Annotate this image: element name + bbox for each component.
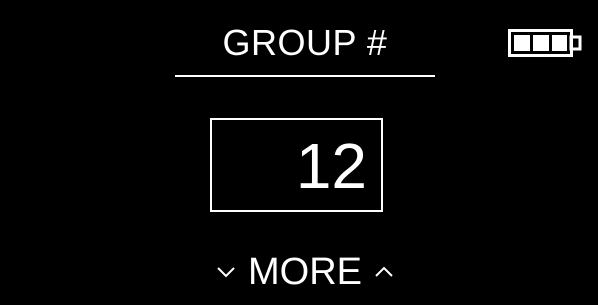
screen-title: GROUP # [222, 22, 388, 63]
group-number-value: 12 [295, 130, 367, 202]
device-screen: GROUP # 12 MORE [0, 0, 598, 305]
more-button[interactable]: MORE [190, 248, 420, 296]
chevron-down-icon[interactable] [216, 266, 236, 278]
chevron-up-icon[interactable] [374, 266, 394, 278]
more-label: MORE [248, 251, 362, 293]
battery-cell-1 [514, 35, 530, 51]
group-number-field[interactable]: 12 [210, 118, 383, 212]
title-divider [175, 75, 435, 77]
battery-cell-3 [552, 35, 567, 51]
battery-full-icon [508, 29, 582, 57]
battery-cell-2 [533, 35, 549, 51]
